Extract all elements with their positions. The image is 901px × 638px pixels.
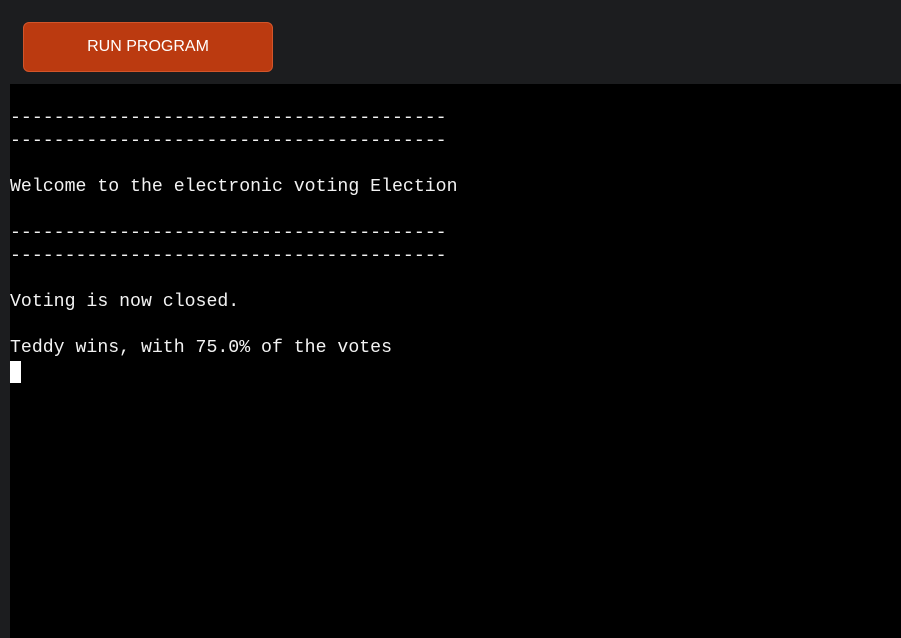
- terminal-divider-line: ----------------------------------------: [10, 246, 447, 266]
- terminal-cursor: [10, 361, 21, 383]
- terminal-divider-line: ----------------------------------------: [10, 223, 447, 243]
- terminal-status-line: Voting is now closed.: [10, 292, 240, 312]
- terminal-welcome-line: Welcome to the electronic voting Electio…: [10, 177, 458, 197]
- terminal-result-line: Teddy wins, with 75.0% of the votes: [10, 338, 392, 358]
- top-bar: RUN PROGRAM: [0, 0, 901, 84]
- terminal-output[interactable]: ----------------------------------------…: [10, 84, 901, 638]
- terminal-divider-line: ----------------------------------------: [10, 131, 447, 151]
- run-program-button[interactable]: RUN PROGRAM: [23, 22, 273, 72]
- terminal-divider-line: ----------------------------------------: [10, 108, 447, 128]
